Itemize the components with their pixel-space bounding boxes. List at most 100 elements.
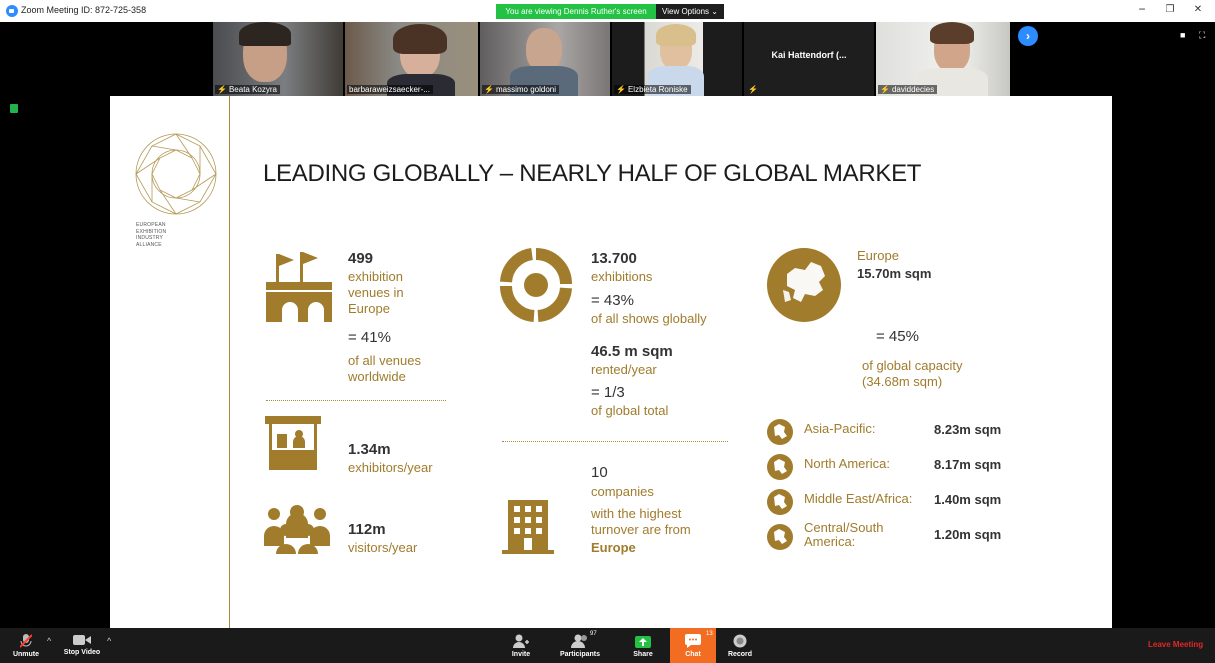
- next-page-arrow-icon[interactable]: ›: [1018, 26, 1038, 46]
- region-globe-icon: [767, 454, 793, 480]
- meeting-toolbar: Unmute ^ Stop Video ^ Invite Participant…: [0, 628, 1215, 663]
- exhibitions-text: exhibitions: [591, 269, 653, 284]
- region-row: North America: 8.17m sqm: [766, 453, 1016, 488]
- participants-count: 97: [590, 631, 597, 637]
- participant-tile[interactable]: barbaraweizsaecker-...: [345, 22, 478, 96]
- participant-name: Elzbieta Roniske: [627, 85, 688, 94]
- leave-meeting-button[interactable]: Leave Meeting: [1148, 640, 1203, 649]
- region-value: 1.40m sqm: [934, 492, 1002, 507]
- close-button[interactable]: ✕: [1186, 4, 1210, 15]
- participant-tile[interactable]: ⚡ daviddecies: [876, 22, 1010, 96]
- participant-tile[interactable]: ⚡ Beata Kozyra: [213, 22, 343, 96]
- region-row: Asia-Pacific: 8.23m sqm: [766, 418, 1016, 453]
- gallery-toggle-icon[interactable]: ■: [1180, 30, 1185, 40]
- record-icon: [733, 634, 747, 648]
- exhibitions-donut-icon: [500, 248, 572, 322]
- visitors-text: visitors/year: [348, 540, 418, 555]
- participants-label: Participants: [559, 651, 601, 658]
- exhibitions-pct-text: of all shows globally: [591, 311, 707, 326]
- region-value: 8.17m sqm: [934, 457, 1002, 472]
- participant-name: Kai Hattendorf (...: [771, 50, 847, 60]
- muted-mic-icon: ⚡: [484, 85, 494, 94]
- capacity-text: of global capacity (34.68m sqm): [862, 358, 963, 389]
- venues-pct-text: of all venues worldwide: [348, 353, 421, 384]
- exhibitor-booth-icon: [265, 416, 321, 470]
- venues-text: exhibition venues in Europe: [348, 269, 404, 316]
- visitors-crowd-icon: [264, 505, 330, 554]
- invite-label: Invite: [511, 651, 531, 658]
- region-value: 1.20m sqm: [934, 527, 1002, 542]
- fullscreen-icon[interactable]: ⛶: [1199, 30, 1205, 41]
- video-camera-icon: [73, 635, 91, 645]
- chat-bubble-icon: [685, 634, 701, 648]
- alliance-logo-icon: [135, 133, 217, 215]
- visitors-number: 112m: [348, 521, 386, 538]
- view-options-label: View Options: [662, 7, 710, 16]
- view-options-button[interactable]: View Options ⌄: [656, 4, 724, 19]
- separator: [266, 400, 446, 401]
- video-options-caret-icon[interactable]: ^: [107, 636, 111, 646]
- europe-label: Europe: [857, 248, 899, 263]
- region-name: North America:: [804, 456, 890, 471]
- region-name: Middle East/Africa:: [804, 491, 913, 506]
- region-value: 8.23m sqm: [934, 422, 1002, 437]
- exhibitions-number: 13.700: [591, 250, 637, 267]
- companies-region: Europe: [591, 540, 636, 555]
- exhibitions-pct: = 43%: [591, 292, 634, 309]
- europe-globe-icon: [767, 248, 841, 322]
- org-name: EUROPEAN EXHIBITION INDUSTRY ALLIANCE: [136, 222, 167, 248]
- region-globe-icon: [767, 419, 793, 445]
- share-screen-icon: [635, 636, 651, 648]
- sqm-number: 46.5 m sqm: [591, 343, 673, 360]
- exhibitors-number: 1.34m: [348, 441, 391, 458]
- chat-label: Chat: [685, 651, 701, 658]
- unmute-label: Unmute: [12, 651, 40, 658]
- stop-video-label: Stop Video: [63, 649, 101, 656]
- region-row: Middle East/Africa: 1.40m sqm: [766, 488, 1016, 523]
- sqm-frac-text: of global total: [591, 403, 669, 418]
- audio-options-caret-icon[interactable]: ^: [47, 636, 51, 646]
- muted-microphone-icon: [20, 634, 32, 648]
- participant-tile[interactable]: Kai Hattendorf (... ⚡: [744, 22, 874, 96]
- participant-tile[interactable]: ⚡ Elzbieta Roniske: [612, 22, 742, 96]
- region-name: Asia-Pacific:: [804, 421, 876, 436]
- muted-mic-icon: ⚡: [748, 85, 758, 94]
- sqm-frac: = 1/3: [591, 384, 625, 401]
- region-globe-icon: [767, 489, 793, 515]
- invite-person-icon: [513, 634, 529, 648]
- window-title: Zoom Meeting ID: 872-725-358: [21, 5, 147, 15]
- lock-icon: [10, 104, 18, 113]
- regions-list: Asia-Pacific: 8.23m sqm North America: 8.17…: [766, 418, 1016, 558]
- shared-slide: EUROPEAN EXHIBITION INDUSTRY ALLIANCE LEADI…: [110, 96, 1112, 628]
- share-button[interactable]: Share: [627, 628, 659, 663]
- invite-button[interactable]: Invite: [505, 628, 537, 663]
- sqm-text: rented/year: [591, 362, 657, 377]
- restore-button[interactable]: ❐: [1158, 4, 1182, 15]
- record-label: Record: [727, 651, 753, 658]
- participants-icon: [571, 634, 587, 648]
- companies-text: companies with the highest turnover are fr…: [591, 484, 691, 537]
- capacity-pct: = 45%: [876, 328, 919, 345]
- unmute-button[interactable]: Unmute: [8, 628, 44, 663]
- share-label: Share: [633, 651, 653, 658]
- muted-mic-icon: ⚡: [880, 85, 890, 94]
- slide-title: LEADING GLOBALLY – NEARLY HALF OF GLOBAL…: [263, 160, 922, 187]
- exhibitors-text: exhibitors/year: [348, 460, 433, 475]
- separator: [502, 441, 728, 442]
- companies-number: 10: [591, 464, 608, 481]
- zoom-logo-icon: [6, 5, 18, 17]
- chevron-down-icon: ⌄: [711, 7, 718, 16]
- viewing-banner: You are viewing Dennis Ruther's screen: [496, 4, 656, 19]
- region-name: Central/South America:: [804, 520, 884, 549]
- record-button[interactable]: Record: [725, 628, 755, 663]
- slide-divider: [229, 96, 230, 628]
- participant-name: massimo goldoni: [495, 85, 556, 94]
- participant-name: barbaraweizsaecker-...: [349, 85, 430, 94]
- participant-name: daviddecies: [891, 85, 935, 94]
- region-globe-icon: [767, 524, 793, 550]
- minimize-button[interactable]: −: [1130, 2, 1154, 16]
- stop-video-button[interactable]: Stop Video: [60, 628, 104, 663]
- europe-value: 15.70m sqm: [857, 266, 932, 281]
- participant-name: Beata Kozyra: [228, 85, 277, 94]
- participant-tile[interactable]: ⚡ massimo goldoni: [480, 22, 610, 96]
